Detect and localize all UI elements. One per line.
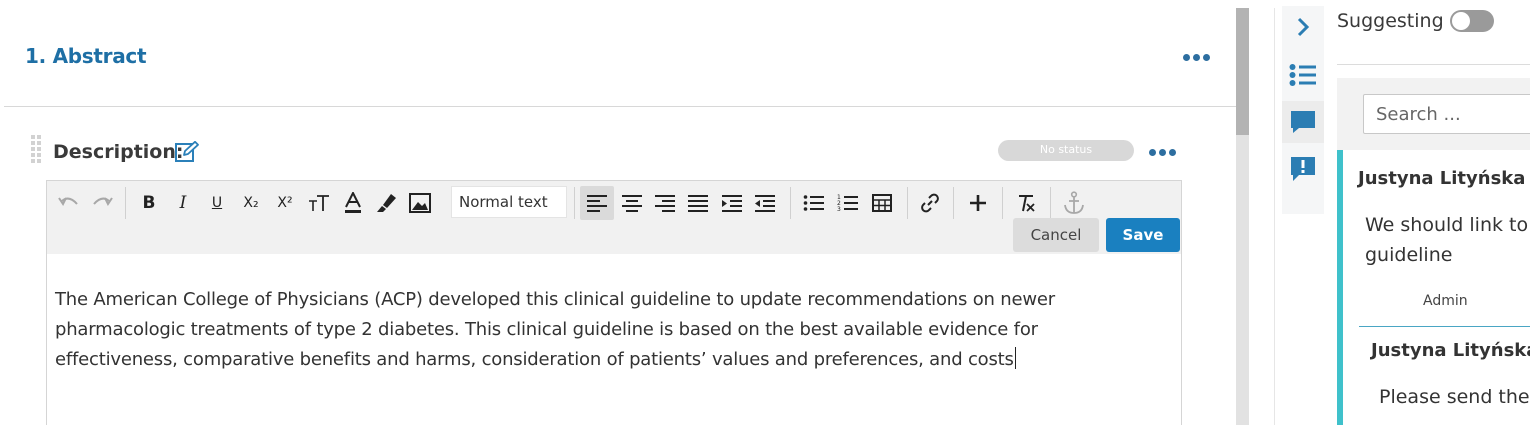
outline-button[interactable] [1282,54,1324,96]
list-icon [1289,64,1316,86]
comment-icon [1291,111,1315,133]
toolbar-separator [953,187,954,219]
save-button[interactable]: Save [1106,218,1180,252]
text-size-button[interactable] [304,188,334,218]
align-justify-icon[interactable] [683,188,713,218]
comment-text: guideline [1365,244,1453,266]
comment-author: Justyna Lityńska [1358,168,1526,189]
description-more-menu-button[interactable] [1149,149,1176,156]
table-icon[interactable] [867,188,897,218]
underline-button[interactable]: U [202,188,232,218]
image-icon[interactable] [405,188,435,218]
toolbar-separator [907,187,908,219]
section-title: 1. Abstract [25,44,147,68]
redo-icon[interactable] [87,188,117,218]
cancel-button[interactable]: Cancel [1013,218,1099,252]
scrollbar-thumb[interactable] [1236,8,1249,135]
toolbar-separator [1050,187,1051,219]
text-caret [1014,347,1016,369]
section-more-menu-button[interactable] [1183,54,1210,61]
panel-divider [1337,64,1530,65]
editor-toolbar: B I U X₂ X² Normal text 1 2 3 Cancel Sav… [46,180,1182,255]
align-right-icon[interactable] [650,188,680,218]
bulleted-list-icon[interactable] [799,188,829,218]
status-badge[interactable]: No status [998,140,1134,161]
undo-icon[interactable] [54,188,84,218]
outdent-icon[interactable] [750,188,780,218]
app-root: 1. Abstract Description: No status B I U… [0,0,1530,425]
numbered-list-icon[interactable]: 123 [833,188,863,218]
suggesting-label: Suggesting [1337,10,1444,32]
highlighter-icon[interactable] [371,188,401,218]
reply-text: Please send the [1379,386,1530,408]
toolbar-separator [790,187,791,219]
toolbar-separator [574,187,575,219]
comments-button[interactable] [1282,101,1324,143]
font-color-icon[interactable] [338,188,368,218]
align-left-icon[interactable] [580,186,614,220]
underline-label: U [211,195,223,211]
paragraph-style-select[interactable]: Normal text [451,186,567,218]
subscript-button[interactable]: X₂ [236,188,266,218]
rail-divider [1274,8,1275,425]
link-icon[interactable] [915,188,945,218]
description-label: Description: [53,141,184,163]
subscript-label: X₂ [243,195,259,211]
indent-icon[interactable] [717,188,747,218]
toolbar-separator [1002,187,1003,219]
editor-line: effectiveness, comparative benefits and … [55,349,1014,370]
bold-button[interactable]: B [134,188,164,218]
rich-text-editor[interactable]: The American College of Physicians (ACP)… [46,254,1182,425]
editor-line: The American College of Physicians (ACP)… [55,289,1055,310]
clear-formatting-icon[interactable] [1011,188,1041,218]
reply-author: Justyna Lityńska [1371,340,1530,361]
bold-label: B [142,193,156,213]
chevron-right-icon [1297,17,1310,37]
drag-handle[interactable] [31,135,41,168]
section-divider [4,106,1236,107]
anchor-icon[interactable] [1059,188,1089,218]
italic-button[interactable]: I [168,188,198,218]
issues-button[interactable] [1282,148,1324,190]
main-scrollbar[interactable] [1236,8,1249,425]
comment-role: Admin [1423,293,1468,309]
suggesting-toggle[interactable] [1450,10,1494,32]
comment-text: We should link to [1365,214,1529,236]
insert-plus-icon[interactable] [963,188,993,218]
superscript-label: X² [277,195,293,211]
comment-separator [1359,326,1530,327]
toolbar-separator [125,187,126,219]
align-center-icon[interactable] [617,188,647,218]
search-input[interactable] [1363,94,1530,134]
collapse-panel-button[interactable] [1282,6,1324,48]
edit-icon[interactable] [175,140,199,163]
italic-label: I [179,193,187,213]
editor-line: pharmacologic treatments of type 2 diabe… [55,319,1038,340]
alert-comment-icon [1291,157,1315,181]
main-content: 1. Abstract Description: No status B I U… [0,0,1236,425]
svg-text:3: 3 [837,206,841,213]
superscript-button[interactable]: X² [270,188,300,218]
